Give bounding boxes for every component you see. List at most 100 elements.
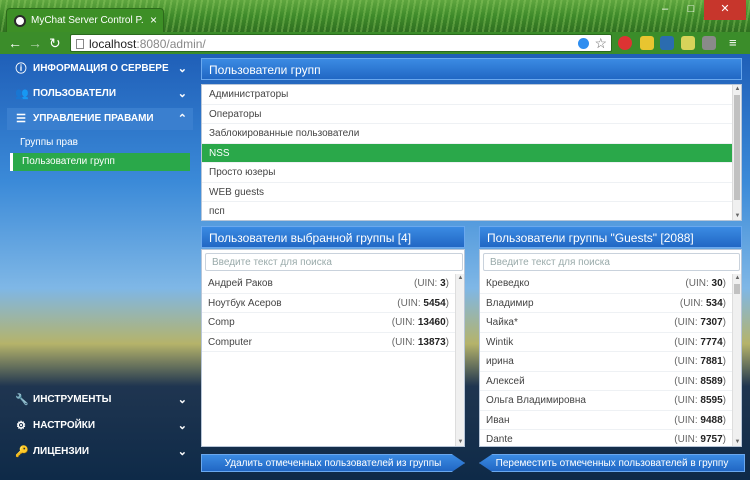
uin-label: (UIN: [397, 297, 424, 309]
extension-arrows-icon[interactable] [702, 36, 716, 50]
user-uin: (UIN: 3) [414, 274, 449, 294]
sidebar-item-licenses[interactable]: 🔑 ЛИЦЕНЗИИ ⌄ [7, 441, 193, 463]
user-row[interactable]: Computer (UIN: 13873) [202, 333, 457, 353]
window-close-icon[interactable]: ✕ [704, 0, 746, 20]
uin-close: ) [722, 414, 726, 426]
uin-close: ) [722, 356, 726, 367]
group-row[interactable]: Заблокированные пользователи [202, 124, 741, 144]
extension-opera-icon[interactable] [618, 36, 632, 50]
scroll-up-icon[interactable]: ▲ [733, 86, 741, 92]
chevron-down-icon: ⌄ [177, 88, 187, 100]
groups-scrollbar[interactable]: ▲ ▼ [732, 85, 741, 220]
scroll-thumb[interactable] [734, 95, 740, 200]
user-row[interactable]: ирина (UIN: 7881) [480, 352, 734, 372]
guests-search-input[interactable] [483, 253, 740, 271]
sidebar-item-settings[interactable]: ⚙ НАСТРОЙКИ ⌄ [7, 415, 193, 437]
uin-value: 13873 [417, 336, 446, 348]
guests-scrollbar[interactable]: ▲ ▼ [732, 274, 741, 446]
maximize-icon[interactable]: □ [678, 0, 704, 20]
sidebar-item-users[interactable]: 👥 ПОЛЬЗОВАТЕЛИ ⌄ [7, 83, 193, 105]
admin-page: ⓘ ИНФОРМАЦИЯ О СЕРВЕРЕ ⌄ 👥 ПОЛЬЗОВАТЕЛИ … [0, 54, 750, 480]
address-bar[interactable]: localhost:8080/admin/ ☆ [70, 34, 612, 52]
move-users-button[interactable]: Переместить отмеченных пользователей в г… [479, 454, 745, 472]
user-row[interactable]: Ноутбук Асеров (UIN: 5454) [202, 294, 457, 314]
chevron-down-icon: ⌄ [177, 420, 187, 432]
user-row[interactable]: Андрей Раков (UIN: 3) [202, 274, 457, 294]
remove-users-button[interactable]: Удалить отмеченных пользователей из груп… [201, 454, 465, 472]
groups-panel-title: Пользователи групп [201, 58, 742, 80]
user-row[interactable]: Иван (UIN: 9488) [480, 411, 734, 431]
forward-icon[interactable]: → [28, 35, 42, 51]
group-row[interactable]: Операторы [202, 105, 741, 124]
scroll-thumb[interactable] [734, 284, 740, 294]
user-uin: (UIN: 9757) [674, 430, 726, 446]
user-uin: (UIN: 13460) [392, 313, 449, 333]
browser-tab[interactable]: MyChat Server Control P... × [6, 8, 164, 32]
reload-icon[interactable]: ↻ [49, 35, 61, 51]
back-icon[interactable]: ← [8, 35, 22, 51]
uin-value: 534 [705, 297, 723, 309]
extension-flower-icon[interactable] [640, 36, 654, 50]
uin-value: 30 [711, 278, 723, 289]
sidebar-subitem-group-users[interactable]: Пользователи групп [10, 153, 190, 171]
uin-value: 13460 [417, 317, 446, 328]
page-icon [76, 39, 84, 49]
chevron-down-icon: ⌄ [177, 446, 187, 458]
sidebar-subitem-rights-groups[interactable]: Группы прав [10, 134, 190, 152]
user-uin: (UIN: 8589) [674, 372, 726, 392]
scroll-down-icon[interactable]: ▼ [733, 439, 741, 445]
scroll-up-icon[interactable]: ▲ [733, 275, 741, 281]
scroll-down-icon[interactable]: ▼ [456, 439, 464, 445]
uin-label: (UIN: [674, 395, 701, 406]
sidebar-item-rights[interactable]: ☰ УПРАВЛЕНИЕ ПРАВАМИ ⌃ [7, 108, 193, 130]
user-name: Computer [208, 336, 252, 348]
extension-jb-icon[interactable] [681, 36, 695, 50]
uin-close: ) [722, 395, 726, 406]
browser-toolbar: ← → ↻ localhost:8080/admin/ ☆ ≡ [0, 32, 750, 54]
uin-close: ) [722, 297, 726, 309]
user-row[interactable]: Dante (UIN: 9757) [480, 430, 734, 446]
wrench-icon: 🔧 [15, 394, 29, 406]
user-uin: (UIN: 7881) [674, 352, 726, 372]
uin-label: (UIN: [679, 297, 706, 309]
scroll-up-icon[interactable]: ▲ [456, 275, 464, 281]
user-row[interactable]: Wintik (UIN: 7774) [480, 333, 734, 352]
uin-label: (UIN: [391, 317, 418, 328]
url-text: localhost:8080/admin/ [89, 37, 206, 51]
minimize-icon[interactable]: – [652, 0, 678, 20]
group-row[interactable]: Администраторы [202, 85, 741, 105]
group-members-search-input[interactable] [205, 253, 463, 271]
users-icon: 👥 [15, 88, 29, 100]
group-row[interactable]: псп [202, 202, 741, 220]
chevron-up-icon: ⌃ [177, 113, 187, 125]
group-row[interactable]: WEB guests [202, 183, 741, 202]
menu-icon[interactable]: ≡ [729, 35, 737, 51]
scroll-down-icon[interactable]: ▼ [733, 213, 741, 219]
user-row[interactable]: Ольга Владимировна (UIN: 8595) [480, 391, 734, 411]
uin-value: 9757 [700, 434, 723, 445]
translate-icon[interactable] [578, 38, 589, 49]
sidebar-item-tools[interactable]: 🔧 ИНСТРУМЕНТЫ ⌄ [7, 389, 193, 411]
user-name: Чайка* [486, 317, 518, 328]
group-members-scrollbar[interactable]: ▲ ▼ [455, 274, 464, 446]
user-name: Wintik [486, 336, 514, 348]
group-row[interactable]: Просто юзеры [202, 163, 741, 183]
user-row[interactable]: Чайка* (UIN: 7307) [480, 313, 734, 333]
group-members-panel: Андрей Раков (UIN: 3) Ноутбук Асеров (UIN: … [201, 249, 465, 447]
guests-panel: Креведко(UIN: 30)Владимир(UIN: 534)Чайка… [479, 249, 742, 447]
sidebar-item-server-info[interactable]: ⓘ ИНФОРМАЦИЯ О СЕРВЕРЕ ⌄ [7, 58, 193, 80]
chevron-down-icon: ⌄ [177, 394, 187, 406]
group-row[interactable]: NSS [202, 143, 741, 163]
user-row[interactable]: Владимир (UIN: 534) [480, 294, 734, 313]
user-uin: (UIN: 9488) [674, 411, 726, 431]
extension-star-icon[interactable] [660, 36, 674, 50]
user-row[interactable]: Креведко (UIN: 30) [480, 274, 734, 294]
user-uin: (UIN: 5454) [397, 294, 449, 314]
tab-close-icon[interactable]: × [150, 13, 157, 27]
user-row[interactable]: Comp (UIN: 13460) [202, 313, 457, 333]
groups-list[interactable]: Администраторы Операторы Заблокированные п… [201, 84, 742, 221]
user-uin: (UIN: 13873) [392, 333, 449, 353]
uin-value: 5454 [423, 297, 446, 309]
bookmark-star-icon[interactable]: ☆ [594, 35, 607, 52]
user-row[interactable]: Алексей (UIN: 8589) [480, 372, 734, 392]
